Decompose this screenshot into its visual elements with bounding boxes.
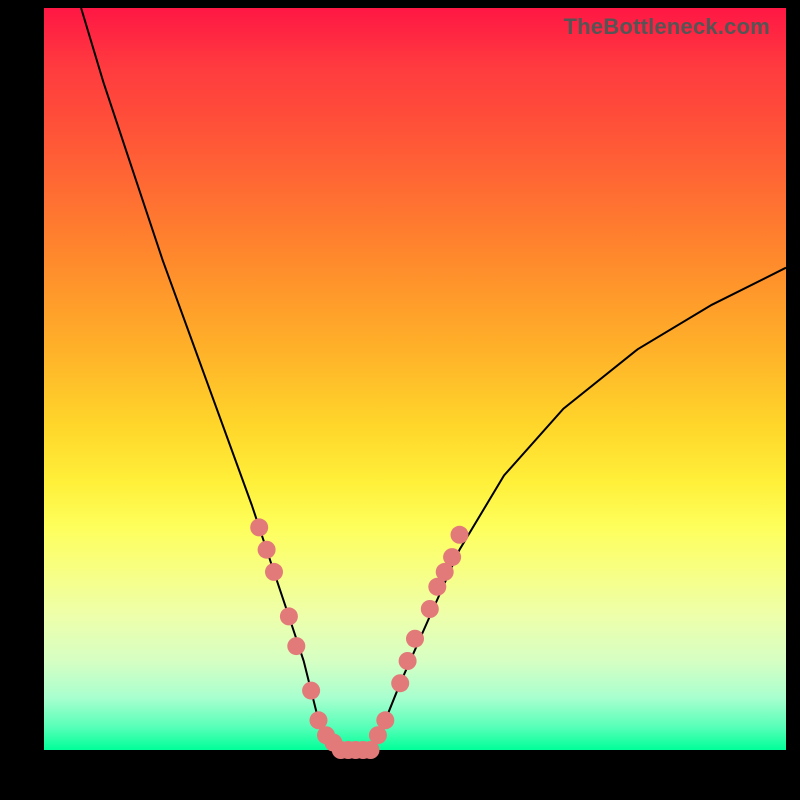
chart-frame: TheBottleneck.com	[0, 0, 800, 800]
data-marker	[443, 548, 461, 566]
data-marker	[265, 563, 283, 581]
marker-group	[250, 518, 468, 759]
data-marker	[451, 526, 469, 544]
data-marker	[250, 518, 268, 536]
data-marker	[391, 674, 409, 692]
data-marker	[280, 607, 298, 625]
data-marker	[287, 637, 305, 655]
plot-area: TheBottleneck.com	[44, 8, 786, 750]
data-marker	[302, 682, 320, 700]
bottleneck-curve	[81, 8, 786, 750]
data-marker	[376, 711, 394, 729]
data-marker	[399, 652, 417, 670]
data-marker	[258, 541, 276, 559]
data-marker	[406, 630, 424, 648]
chart-svg	[44, 8, 786, 750]
data-marker	[421, 600, 439, 618]
